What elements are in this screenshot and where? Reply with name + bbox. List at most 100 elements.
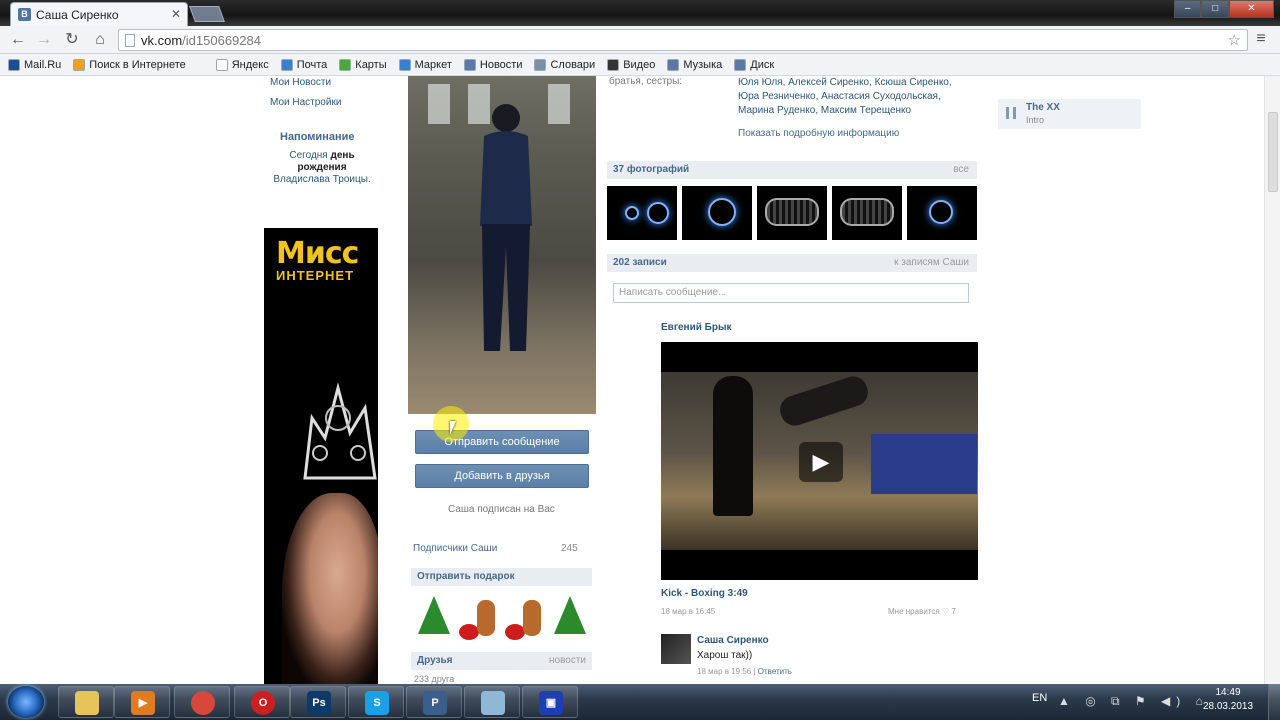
home-icon[interactable]: ⌂ bbox=[90, 30, 110, 50]
comment-author[interactable]: Саша Сиренко bbox=[697, 635, 769, 646]
video-player[interactable]: ▶ bbox=[661, 342, 978, 580]
ornament-icon bbox=[459, 624, 480, 640]
tab-close-icon[interactable]: ✕ bbox=[171, 7, 181, 21]
media-player-icon: ▶ bbox=[131, 691, 155, 715]
language-indicator[interactable]: EN bbox=[1032, 692, 1047, 704]
taskbar-opera-button[interactable]: O bbox=[234, 686, 290, 718]
crown-graphic bbox=[303, 382, 377, 480]
bookmark-item[interactable]: Почта bbox=[280, 58, 327, 71]
profile-photo[interactable] bbox=[408, 76, 596, 414]
bookmark-label: Маркет bbox=[414, 58, 452, 71]
wall-header[interactable]: 202 записи к записям Саши bbox=[607, 254, 977, 272]
show-desktop-button[interactable] bbox=[1268, 684, 1280, 720]
comment-date[interactable]: 18 мар в 19:56 | bbox=[697, 667, 756, 676]
friends-news-link[interactable]: новости bbox=[549, 652, 586, 670]
reminder-name[interactable]: Владислава Троицы. bbox=[273, 174, 370, 185]
gift-reindeer[interactable] bbox=[504, 592, 545, 640]
maximize-button[interactable]: □ bbox=[1201, 0, 1229, 18]
bookmark-icon bbox=[8, 58, 20, 71]
photo-window bbox=[548, 84, 570, 124]
forward-arrow-icon[interactable]: → bbox=[34, 30, 54, 50]
wall-count: 202 записи bbox=[613, 257, 667, 268]
photo-thumbnail[interactable] bbox=[607, 186, 677, 240]
start-button[interactable] bbox=[8, 686, 44, 718]
wall-post-input[interactable]: Написать сообщение... bbox=[613, 283, 969, 303]
comment-meta: 18 мар в 19:56 | Ответить bbox=[697, 667, 792, 676]
taskbar-photoshop-button[interactable]: Ps bbox=[290, 686, 346, 718]
reply-link[interactable]: Ответить bbox=[758, 667, 792, 676]
nav-my-settings[interactable]: Мои Настройки bbox=[270, 96, 341, 110]
bookmark-star-icon[interactable]: ☆ bbox=[1228, 31, 1241, 49]
photo-thumbnail[interactable] bbox=[682, 186, 752, 240]
taskbar-p-app-button[interactable]: P bbox=[406, 686, 462, 718]
bookmark-icon bbox=[73, 58, 86, 71]
pause-icon[interactable] bbox=[1006, 107, 1016, 119]
back-arrow-icon[interactable]: ← bbox=[8, 30, 28, 50]
play-icon[interactable]: ▶ bbox=[799, 442, 843, 482]
followers-link[interactable]: Подписчики Саши bbox=[413, 543, 497, 554]
url-path: /id150669284 bbox=[182, 33, 261, 48]
scrollbar-thumb[interactable] bbox=[1268, 112, 1278, 192]
photo-thumbnail[interactable] bbox=[757, 186, 827, 240]
ornament-icon bbox=[504, 624, 525, 640]
add-friend-button[interactable]: Добавить в друзья bbox=[415, 464, 589, 488]
video-backdrop bbox=[871, 434, 977, 494]
photo-thumbnail[interactable] bbox=[907, 186, 977, 240]
bookmark-item[interactable]: Mail.Ru bbox=[8, 58, 61, 71]
audio-artist[interactable]: The XX bbox=[1026, 102, 1060, 113]
bookmark-item[interactable]: Диск bbox=[734, 58, 774, 71]
bookmark-item[interactable]: Яндекс bbox=[215, 58, 269, 71]
taskbar-chrome-button[interactable] bbox=[174, 686, 230, 718]
gift-tree[interactable] bbox=[414, 592, 454, 640]
page-scrollbar[interactable] bbox=[1264, 76, 1280, 684]
bookmark-item[interactable]: Словари bbox=[534, 58, 595, 71]
bookmark-item[interactable]: Поиск в Интернете bbox=[73, 58, 186, 71]
taskbar-screen-recorder-button[interactable]: ▣ bbox=[522, 686, 578, 718]
friends-count: 233 друга bbox=[414, 674, 455, 684]
banner-model-photo bbox=[282, 493, 378, 684]
taskbar-explorer-button[interactable] bbox=[58, 686, 114, 718]
show-full-info-link[interactable]: Показать подробную информацию bbox=[738, 128, 899, 139]
minimize-button[interactable]: – bbox=[1174, 0, 1202, 18]
bookmark-item[interactable]: Новости bbox=[463, 58, 522, 71]
taskbar-notes-button[interactable] bbox=[464, 686, 520, 718]
skype-icon: S bbox=[365, 691, 389, 715]
photo-thumbnail[interactable] bbox=[832, 186, 902, 240]
browser-tab[interactable]: В Саша Сиренко ✕ bbox=[10, 2, 188, 26]
close-window-button[interactable]: ✕ bbox=[1228, 0, 1274, 18]
bookmark-item[interactable]: Карты bbox=[339, 58, 387, 71]
christmas-tree-icon bbox=[418, 596, 450, 634]
gift-reindeer[interactable] bbox=[459, 592, 499, 640]
reload-icon[interactable]: ↻ bbox=[62, 30, 82, 50]
taskbar-media-player-button[interactable]: ▶ bbox=[114, 686, 170, 718]
gift-tree[interactable] bbox=[550, 592, 590, 640]
photo-window bbox=[428, 84, 450, 124]
clock[interactable]: 14:49 28.03.2013 bbox=[1198, 686, 1258, 714]
address-bar[interactable]: vk.com/id150669284 ☆ bbox=[118, 29, 1248, 51]
video-like[interactable]: Мне нравится ♡ 7 bbox=[888, 607, 956, 616]
taskbar-skype-button[interactable]: S bbox=[348, 686, 404, 718]
photoshop-icon: Ps bbox=[307, 691, 331, 715]
bookmark-icon bbox=[398, 58, 411, 71]
wall-own-posts-link[interactable]: к записям Саши bbox=[894, 254, 969, 272]
bookmark-item[interactable]: Музыка bbox=[667, 58, 722, 71]
send-gift-header[interactable]: Отправить подарок bbox=[411, 568, 592, 586]
photos-header[interactable]: 37 фотографий все bbox=[607, 161, 977, 179]
menu-icon[interactable]: ≡ bbox=[1252, 30, 1270, 48]
bookmark-icon bbox=[607, 58, 620, 71]
bookmark-item[interactable]: Маркет bbox=[398, 58, 452, 71]
bookmarks-bar: Mail.Ru Поиск в Интернете Яндекс Почта Карты… bbox=[0, 54, 1280, 76]
new-tab-button[interactable] bbox=[189, 6, 225, 22]
ad-banner[interactable]: Мисс ИНТЕРНЕТ bbox=[264, 228, 378, 684]
video-date[interactable]: 18 мар в 16:45 bbox=[661, 607, 715, 616]
bookmark-item[interactable]: Видео bbox=[607, 58, 655, 71]
nav-my-news[interactable]: Мои Новости bbox=[270, 76, 331, 90]
relatives-list[interactable]: Юля Юля, Алексей Сиренко, Ксюша Сиренко,… bbox=[738, 76, 964, 118]
video-title[interactable]: Kick - Boxing 3:49 bbox=[661, 588, 748, 599]
comment-avatar[interactable] bbox=[661, 634, 691, 664]
audio-player[interactable]: The XX Intro bbox=[998, 99, 1141, 129]
post-author[interactable]: Евгений Брык bbox=[661, 322, 732, 333]
system-tray-icons[interactable]: ▲ ◎ ⧉ ⚑ ◀) ⌂ bbox=[1058, 694, 1209, 709]
photos-all-link[interactable]: все bbox=[953, 161, 969, 179]
friends-header[interactable]: Друзья новости bbox=[411, 652, 592, 670]
